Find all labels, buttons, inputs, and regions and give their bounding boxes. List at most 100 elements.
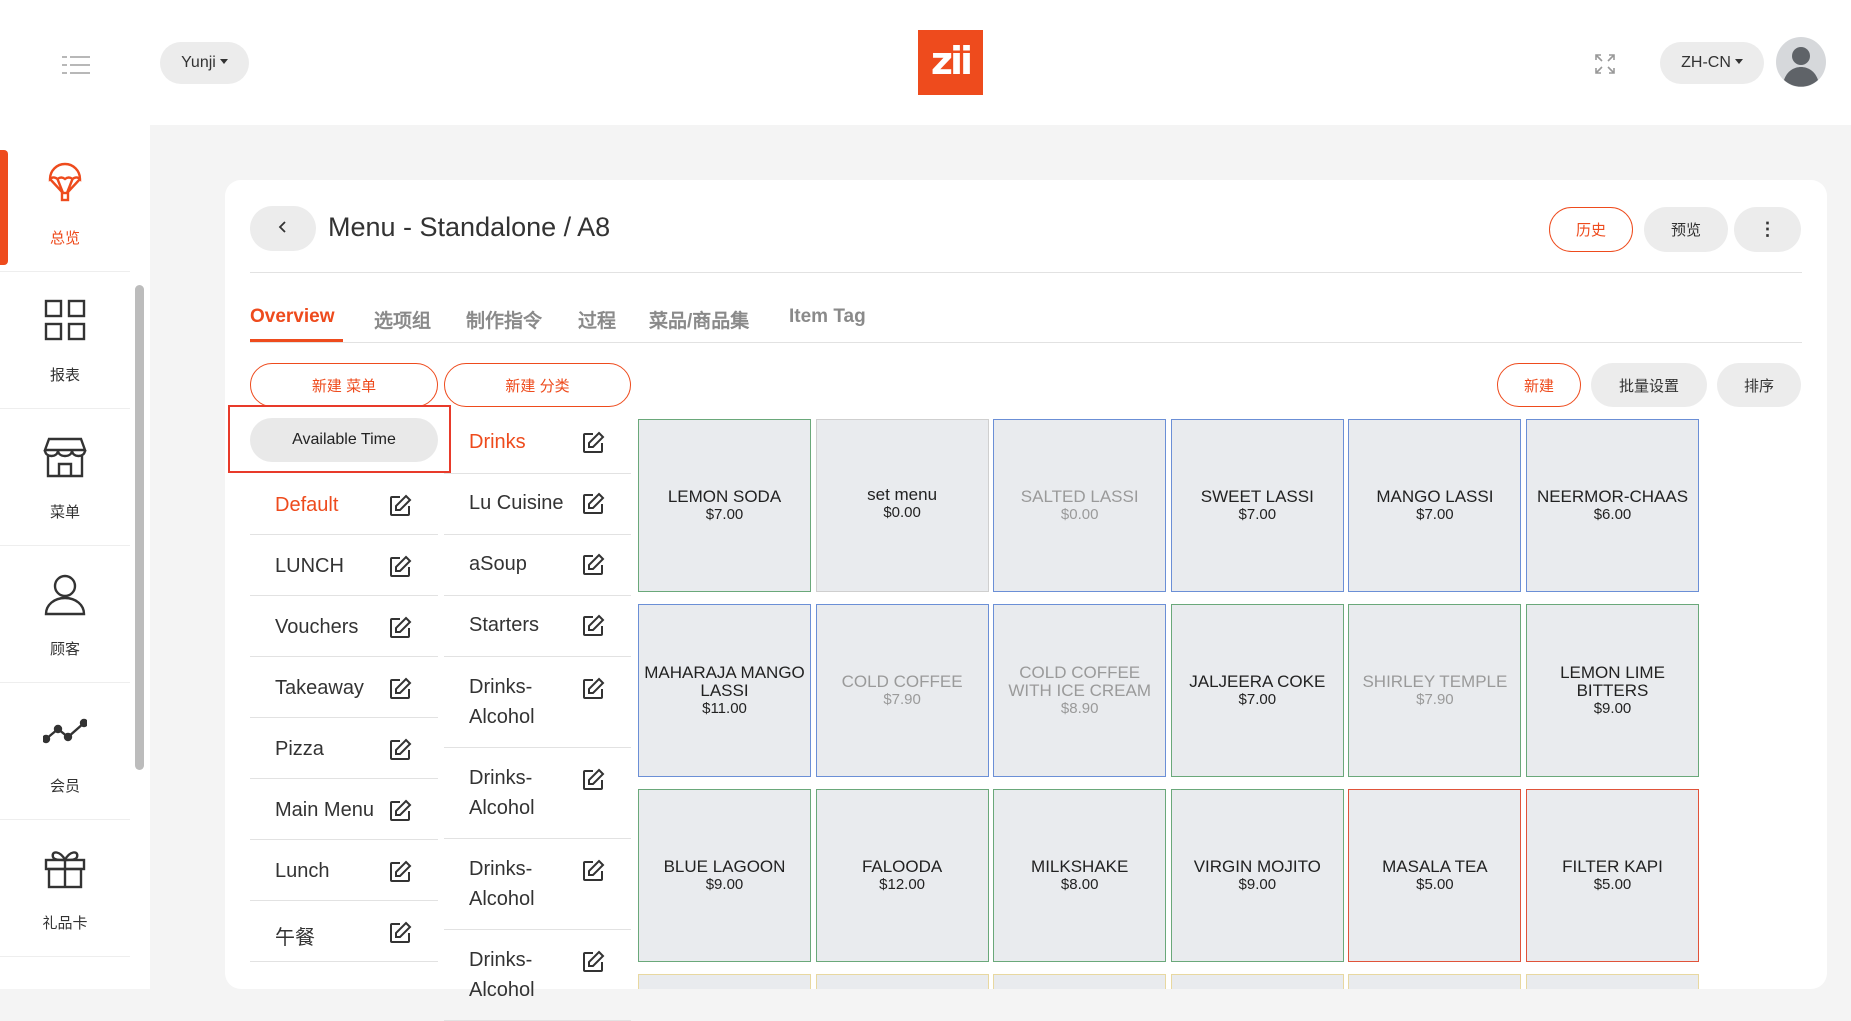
item-name: COLD COFFEE WITH ICE CREAM (1008, 663, 1151, 700)
available-time-button[interactable]: Available Time (250, 418, 438, 462)
edit-icon[interactable] (388, 616, 412, 640)
menu-list-item[interactable]: Main Menu (250, 779, 438, 840)
menu-item-tile[interactable]: LEMON LIME BITTERS $9.00 (1526, 604, 1699, 777)
new-category-button[interactable]: 新建 分类 (444, 363, 631, 407)
menu-item-tile[interactable]: SWEET LASSI $7.00 (1170, 419, 1344, 592)
menu-item-tile[interactable]: SHIRLEY TEMPLE $7.90 (1348, 604, 1522, 777)
edit-icon[interactable] (581, 950, 605, 974)
more-options-button[interactable]: ⋮ (1734, 207, 1801, 252)
chevron-left-icon (278, 221, 286, 233)
menu-item-tile[interactable]: set menu $0.00 (815, 419, 989, 592)
category-list-item[interactable]: Drinks-Alcohol (444, 839, 631, 930)
menu-item-tile[interactable]: NEERMOR-CHAAS $6.00 (1526, 419, 1699, 592)
menu-item-tile[interactable]: SALTED LASSI $0.00 (993, 419, 1167, 592)
menu-list-item[interactable]: 午餐 (250, 901, 438, 962)
menu-list-item[interactable]: Default (250, 474, 438, 535)
sidebar-scrollbar[interactable] (135, 285, 144, 770)
sidebar-item-menu[interactable]: 菜单 (0, 409, 130, 546)
menu-item-tile[interactable] (993, 974, 1167, 989)
item-price: $5.00 (1416, 876, 1454, 893)
item-price: $7.00 (1416, 506, 1454, 523)
sort-button[interactable]: 排序 (1717, 363, 1801, 407)
menu-label: Vouchers (275, 616, 359, 638)
fullscreen-icon[interactable] (1593, 52, 1617, 76)
new-menu-button[interactable]: 新建 菜单 (250, 363, 438, 407)
menu-list-item[interactable]: Takeaway (250, 657, 438, 718)
store-selector[interactable]: Yunji (160, 42, 249, 84)
menu-item-tile[interactable]: JALJEERA COKE $7.00 (1170, 604, 1344, 777)
menu-item-tile[interactable]: MANGO LASSI $7.00 (1348, 419, 1522, 592)
category-list-item[interactable]: Drinks-Alcohol (444, 748, 631, 839)
back-button[interactable] (250, 206, 316, 251)
menu-list-item[interactable]: LUNCH (250, 535, 438, 596)
menu-item-tile[interactable] (1526, 974, 1699, 989)
edit-icon[interactable] (581, 431, 605, 455)
edit-icon[interactable] (581, 553, 605, 577)
edit-icon[interactable] (388, 555, 412, 579)
menu-item-tile[interactable] (638, 974, 811, 989)
item-price: $6.00 (1593, 506, 1632, 523)
sidebar-item-members[interactable]: 会员 (0, 683, 130, 820)
menu-item-tile[interactable]: FALOODA $12.00 (815, 789, 989, 962)
category-list-item[interactable]: Drinks-Alcohol (444, 930, 631, 1021)
history-button[interactable]: 历史 (1549, 207, 1633, 252)
menu-item-tile[interactable]: BLUE LAGOON $9.00 (638, 789, 811, 962)
edit-icon[interactable] (388, 677, 412, 701)
menu-toggle-icon[interactable] (62, 56, 90, 74)
item-name: SALTED LASSI (1020, 487, 1139, 506)
item-name: SWEET LASSI (1200, 487, 1314, 506)
tab-option-groups[interactable]: 选项组 (374, 306, 431, 333)
batch-settings-button[interactable]: 批量设置 (1591, 363, 1707, 407)
menu-item-tile[interactable]: VIRGIN MOJITO $9.00 (1170, 789, 1344, 962)
divider (250, 342, 1802, 343)
edit-icon[interactable] (581, 677, 605, 701)
tab-process[interactable]: 过程 (578, 306, 616, 333)
menu-item-tile[interactable]: MAHARAJA MANGO LASSI $11.00 (638, 604, 811, 777)
tab-overview[interactable]: Overview (250, 306, 335, 328)
edit-icon[interactable] (388, 860, 412, 884)
category-list-item[interactable]: Drinks-Alcohol (444, 657, 631, 748)
menu-list-item[interactable]: Vouchers (250, 596, 438, 657)
category-list-item[interactable]: Starters (444, 596, 631, 657)
item-name: MASALA TEA (1382, 857, 1488, 876)
new-item-button[interactable]: 新建 (1497, 363, 1581, 407)
tab-instructions[interactable]: 制作指令 (466, 306, 542, 333)
menu-list-item[interactable]: Lunch (250, 840, 438, 901)
menu-item-tile[interactable]: LEMON SODA $7.00 (638, 419, 811, 592)
sidebar-item-customers[interactable]: 顾客 (0, 546, 130, 683)
category-list-item[interactable]: Drinks (444, 413, 631, 474)
menu-item-tile[interactable]: FILTER KAPI $5.00 (1526, 789, 1699, 962)
category-list-item[interactable]: aSoup (444, 535, 631, 596)
menu-list-item[interactable]: Pizza (250, 718, 438, 779)
category-list-item[interactable]: Lu Cuisine (444, 474, 631, 535)
edit-icon[interactable] (388, 921, 412, 945)
edit-icon[interactable] (581, 492, 605, 516)
sidebar-item-overview[interactable]: 总览 (0, 135, 130, 272)
sidebar-item-giftcard[interactable]: 礼品卡 (0, 820, 130, 957)
menu-item-tile[interactable] (815, 974, 989, 989)
top-bar: Yunji zii ZH-CN (0, 0, 1851, 125)
avatar[interactable] (1776, 37, 1826, 87)
category-label: Drinks-Alcohol (469, 767, 535, 819)
item-price: $7.00 (1238, 506, 1277, 523)
edit-icon[interactable] (388, 494, 412, 518)
menu-item-tile[interactable] (1170, 974, 1344, 989)
edit-icon[interactable] (388, 799, 412, 823)
edit-icon[interactable] (581, 859, 605, 883)
menu-item-tile[interactable] (1348, 974, 1522, 989)
sidebar-item-reports[interactable]: 报表 (0, 272, 130, 409)
language-selector[interactable]: ZH-CN (1660, 42, 1764, 84)
item-price: $9.00 (1238, 876, 1277, 893)
item-name: MILKSHAKE (1031, 857, 1129, 876)
menu-item-tile[interactable]: COLD COFFEE $7.90 (815, 604, 989, 777)
tab-item-tag[interactable]: Item Tag (789, 306, 866, 328)
menu-item-tile[interactable]: MASALA TEA $5.00 (1348, 789, 1522, 962)
tab-item-sets[interactable]: 菜品/商品集 (649, 306, 749, 333)
menu-item-tile[interactable]: MILKSHAKE $8.00 (993, 789, 1167, 962)
edit-icon[interactable] (388, 738, 412, 762)
edit-icon[interactable] (581, 768, 605, 792)
item-name: SHIRLEY TEMPLE (1362, 672, 1508, 691)
edit-icon[interactable] (581, 614, 605, 638)
menu-item-tile[interactable]: COLD COFFEE WITH ICE CREAM $8.90 (993, 604, 1167, 777)
preview-button[interactable]: 预览 (1644, 207, 1728, 252)
